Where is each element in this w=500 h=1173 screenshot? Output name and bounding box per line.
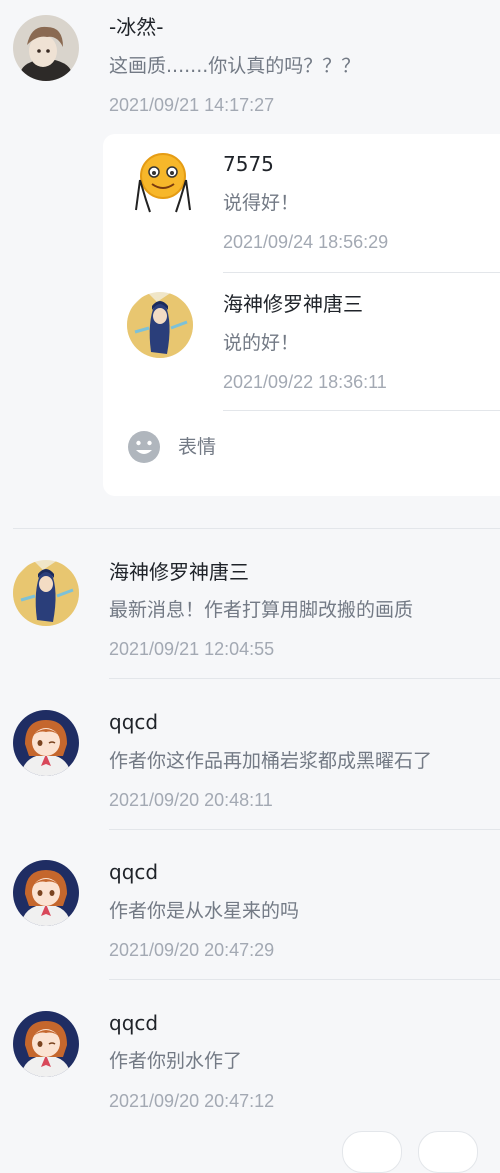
smiley-face-icon	[127, 430, 161, 464]
comment-text: 作者你这作品再加桶岩浆都成黑曜石了	[109, 750, 433, 772]
comment-timestamp: 2021/09/21 12:04:55	[109, 639, 275, 659]
comment-text: 作者你是从水星来的吗	[109, 900, 300, 922]
reply-box: 7575 说得好！ 2021/09/24 18:56:29 海神修罗神唐三 说的…	[103, 134, 500, 496]
reply-text: 说的好！	[223, 332, 300, 354]
divider	[109, 979, 500, 980]
reply-text: 说得好！	[223, 192, 300, 214]
comment-text: 作者你别水作了	[109, 1050, 243, 1072]
divider	[13, 528, 500, 529]
avatar[interactable]	[127, 292, 193, 358]
comment-author[interactable]: qqcd	[109, 860, 158, 884]
comment-timestamp: 2021/09/21 14:17:27	[109, 95, 275, 115]
comment-text: 最新消息！作者打算用脚改搬的画质	[109, 599, 414, 621]
avatar[interactable]	[13, 15, 79, 81]
emoji-button[interactable]: 表情	[127, 430, 247, 464]
reply-author[interactable]: 海神修罗神唐三	[223, 292, 363, 316]
avatar[interactable]	[13, 1011, 79, 1077]
comment-author[interactable]: 海神修罗神唐三	[109, 560, 249, 584]
comment-author[interactable]: -冰然-	[109, 15, 163, 39]
avatar[interactable]	[13, 560, 79, 626]
divider	[109, 678, 500, 679]
reply-author[interactable]: 7575	[223, 152, 274, 176]
avatar[interactable]	[13, 860, 79, 926]
reply-timestamp: 2021/09/22 18:36:11	[223, 372, 387, 392]
pagination-button[interactable]	[418, 1131, 478, 1173]
comment-author[interactable]: qqcd	[109, 1011, 158, 1035]
reply-timestamp: 2021/09/24 18:56:29	[223, 232, 389, 252]
comment-author[interactable]: qqcd	[109, 710, 158, 734]
divider	[223, 272, 500, 273]
emoji-label: 表情	[178, 436, 217, 458]
comment-timestamp: 2021/09/20 20:47:12	[109, 1091, 275, 1111]
pagination-button[interactable]	[342, 1131, 402, 1173]
divider	[109, 829, 500, 830]
comment-timestamp: 2021/09/20 20:47:29	[109, 940, 275, 960]
avatar[interactable]	[130, 150, 196, 216]
comment-timestamp: 2021/09/20 20:48:11	[109, 790, 273, 810]
comment-text: 这画质.......你认真的吗？？？	[109, 55, 361, 77]
avatar[interactable]	[13, 710, 79, 776]
divider	[223, 410, 500, 411]
